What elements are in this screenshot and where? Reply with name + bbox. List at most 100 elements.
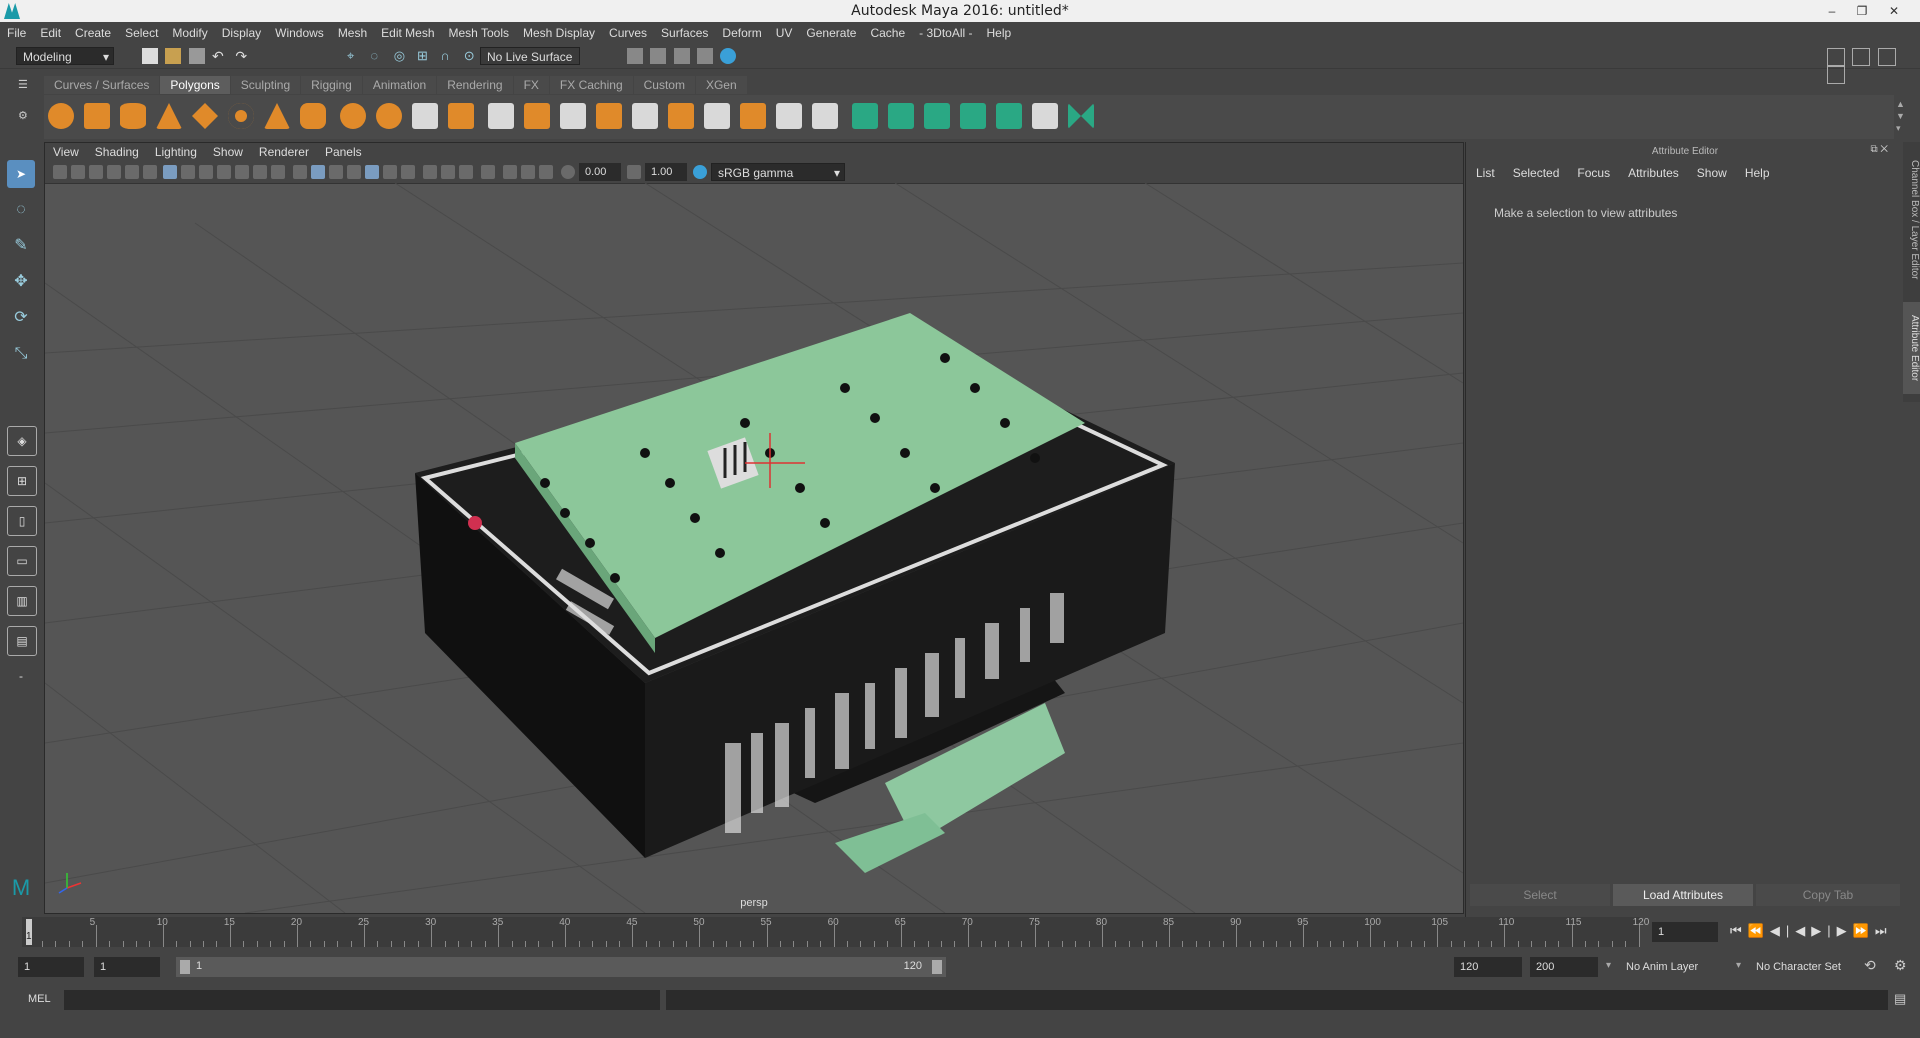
gamma-field[interactable]: 1.00	[645, 163, 687, 181]
menu-file[interactable]: File	[0, 22, 33, 44]
2d-pan-zoom-icon[interactable]	[125, 165, 139, 179]
paint-select-icon[interactable]: ◎	[394, 48, 410, 64]
separate-icon[interactable]	[376, 103, 402, 129]
use-default-material-icon[interactable]	[347, 165, 361, 179]
start-time-field[interactable]: 1	[18, 957, 84, 977]
color-management-icon[interactable]	[693, 165, 707, 179]
current-frame-field[interactable]: 1	[1652, 922, 1718, 942]
rotate-tool-icon[interactable]: ⟳	[7, 304, 35, 332]
auto-key-icon[interactable]: ⟲	[1864, 957, 1876, 974]
chevron-down-icon[interactable]: ▾	[1736, 960, 1741, 971]
menu-edit-mesh[interactable]: Edit Mesh	[374, 22, 441, 44]
load-attributes-button[interactable]: Load Attributes	[1613, 884, 1753, 906]
panel-float-close-icon[interactable]: ⧉ ✕	[1870, 144, 1888, 155]
uv-editor-icon[interactable]	[996, 103, 1022, 129]
menu-curves[interactable]: Curves	[602, 22, 654, 44]
time-slider[interactable]: 1 5 10 15 20 25 30 35 40 45 50 55 60 65 70 75 80 85 90 95 1…	[22, 917, 1649, 947]
menu-surfaces[interactable]: Surfaces	[654, 22, 715, 44]
snap-curve-icon[interactable]: ∩	[440, 48, 456, 64]
play-forward-icon[interactable]: ▶	[1811, 923, 1827, 938]
ae-menu-list[interactable]: List	[1476, 166, 1495, 180]
vp-menu-lighting[interactable]: Lighting	[147, 143, 205, 161]
outliner-layout-icon[interactable]: ▤	[7, 626, 37, 656]
bool-icon[interactable]	[812, 103, 838, 129]
shadows-icon[interactable]	[401, 165, 415, 179]
collapse-icon[interactable]	[776, 103, 802, 129]
step-back-frame-icon[interactable]: ◀|	[1770, 923, 1795, 938]
menu-create[interactable]: Create	[68, 22, 118, 44]
smooth-shade-icon[interactable]	[311, 165, 325, 179]
mirror-icon[interactable]	[412, 103, 438, 129]
poly-cone-icon[interactable]	[156, 103, 182, 129]
wireframe-icon[interactable]	[293, 165, 307, 179]
cylindrical-map-icon[interactable]	[888, 103, 914, 129]
command-input[interactable]	[64, 990, 660, 1010]
wireframe-on-shaded-icon[interactable]	[329, 165, 343, 179]
scale-tool-icon[interactable]: ⤡	[7, 340, 35, 368]
bridge-icon[interactable]	[524, 103, 550, 129]
menu-mesh[interactable]: Mesh	[331, 22, 374, 44]
channel-box-toggle-icon[interactable]	[1827, 66, 1845, 84]
poly-pyramid-icon[interactable]	[264, 103, 290, 129]
menu-mesh-display[interactable]: Mesh Display	[516, 22, 602, 44]
character-set-dropdown[interactable]: No Character Set	[1756, 957, 1866, 977]
maximize-button[interactable]: ❐	[1848, 2, 1876, 20]
shelf-tab-fx[interactable]: FX	[513, 76, 549, 94]
gate-mask-icon[interactable]	[217, 165, 231, 179]
menu-generate[interactable]: Generate	[799, 22, 863, 44]
render-frame-icon[interactable]	[627, 48, 643, 64]
ae-menu-focus[interactable]: Focus	[1577, 166, 1610, 180]
safe-title-icon[interactable]	[271, 165, 285, 179]
select-tool-icon[interactable]: ➤	[7, 160, 35, 188]
vp-menu-show[interactable]: Show	[205, 143, 251, 161]
shelf-scroll-icon[interactable]: ▲ ▼ ▾	[1896, 98, 1905, 134]
combine-icon[interactable]	[340, 103, 366, 129]
persp-outliner-layout-icon[interactable]: ▯	[7, 506, 37, 536]
open-scene-icon[interactable]	[165, 48, 182, 64]
color-space-dropdown[interactable]: sRGB gamma ▾	[711, 163, 845, 181]
go-to-end-icon[interactable]: ⏭	[1875, 923, 1893, 938]
xray-active-icon[interactable]	[521, 165, 535, 179]
xray-joints-icon[interactable]	[539, 165, 553, 179]
hypershade-layout-icon[interactable]: ▥	[7, 586, 37, 616]
playback-end-field[interactable]: 120	[1454, 957, 1522, 977]
menu-display[interactable]: Display	[215, 22, 268, 44]
four-view-layout-icon[interactable]: ⊞	[7, 466, 37, 496]
script-language-label[interactable]: MEL	[28, 993, 51, 1005]
shelf-tab-curves[interactable]: Curves / Surfaces	[44, 76, 160, 94]
close-button[interactable]: ✕	[1880, 2, 1908, 20]
screen-space-ao-icon[interactable]	[423, 165, 437, 179]
ae-menu-help[interactable]: Help	[1745, 166, 1770, 180]
shelf-tab-fx-caching[interactable]: FX Caching	[549, 76, 633, 94]
minimize-button[interactable]: –	[1818, 2, 1846, 20]
fill-hole-icon[interactable]	[704, 103, 730, 129]
resolution-gate-icon[interactable]	[199, 165, 213, 179]
smooth-icon[interactable]	[448, 103, 474, 129]
spherical-map-icon[interactable]	[924, 103, 950, 129]
safe-action-icon[interactable]	[253, 165, 267, 179]
scene-canvas[interactable]: persp	[45, 182, 1463, 913]
anim-layer-dropdown[interactable]: No Anim Layer	[1626, 957, 1738, 977]
uv-checker-icon[interactable]	[1032, 103, 1058, 129]
attribute-editor-toggle-icon[interactable]	[1852, 48, 1871, 66]
step-forward-key-icon[interactable]: ⏩	[1853, 923, 1875, 938]
xray-icon[interactable]	[503, 165, 517, 179]
menu-select[interactable]: Select	[118, 22, 165, 44]
range-slider[interactable]: 1 120	[176, 957, 946, 977]
paint-select-tool-icon[interactable]: ✎	[7, 232, 35, 260]
select-hierarchy-icon[interactable]: ⌖	[347, 48, 363, 64]
menu-deform[interactable]: Deform	[715, 22, 768, 44]
ae-menu-selected[interactable]: Selected	[1513, 166, 1560, 180]
menu-help[interactable]: Help	[980, 22, 1019, 44]
auto-map-icon[interactable]	[960, 103, 986, 129]
isolate-select-icon[interactable]	[481, 165, 495, 179]
move-tool-icon[interactable]: ✥	[7, 268, 35, 296]
field-chart-icon[interactable]	[235, 165, 249, 179]
render-view-icon[interactable]	[720, 48, 737, 64]
camera-attributes-icon[interactable]	[71, 165, 85, 179]
play-back-icon[interactable]: ◀	[1795, 923, 1811, 938]
grease-pencil-icon[interactable]	[143, 165, 157, 179]
merge-icon[interactable]	[740, 103, 766, 129]
shelf-tab-polygons[interactable]: Polygons	[160, 76, 230, 94]
target-weld-icon[interactable]	[632, 103, 658, 129]
